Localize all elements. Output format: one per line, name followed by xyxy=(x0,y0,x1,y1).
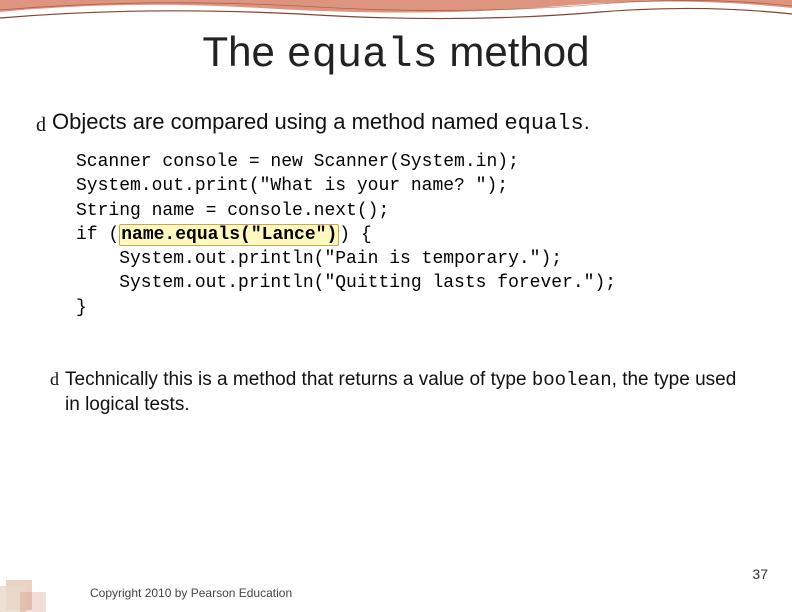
code-line: } xyxy=(76,298,87,318)
title-pre: The xyxy=(202,28,286,75)
sub-bullet-text: Technically this is a method that return… xyxy=(65,368,756,417)
code-line: System.out.println("Quitting lasts forev… xyxy=(76,273,616,293)
code-line: String name = console.next(); xyxy=(76,201,389,221)
sub-bullet-item: d Technically this is a method that retu… xyxy=(50,368,756,417)
code-line: if ( xyxy=(76,225,119,245)
code-line: System.out.println("Pain is temporary.")… xyxy=(76,249,562,269)
code-line: Scanner console = new Scanner(System.in)… xyxy=(76,152,519,172)
footer-decoration xyxy=(0,572,88,612)
bullet-text: Objects are compared using a method name… xyxy=(52,109,756,136)
bullet-item: d Objects are compared using a method na… xyxy=(36,109,756,136)
copyright-text: Copyright 2010 by Pearson Education xyxy=(90,586,292,600)
slide-content: d Objects are compared using a method na… xyxy=(0,79,792,417)
title-code: equals xyxy=(287,31,438,79)
title-post: method xyxy=(438,28,590,75)
code-highlight: name.equals("Lance") xyxy=(119,224,339,246)
code-block: Scanner console = new Scanner(System.in)… xyxy=(76,150,756,320)
bullet-icon: d xyxy=(50,369,59,390)
code-line: ) { xyxy=(339,225,371,245)
page-number: 37 xyxy=(752,566,768,582)
code-line: System.out.print("What is your name? "); xyxy=(76,176,508,196)
slide-title: The equals method xyxy=(0,0,792,79)
bullet-icon: d xyxy=(36,114,46,137)
